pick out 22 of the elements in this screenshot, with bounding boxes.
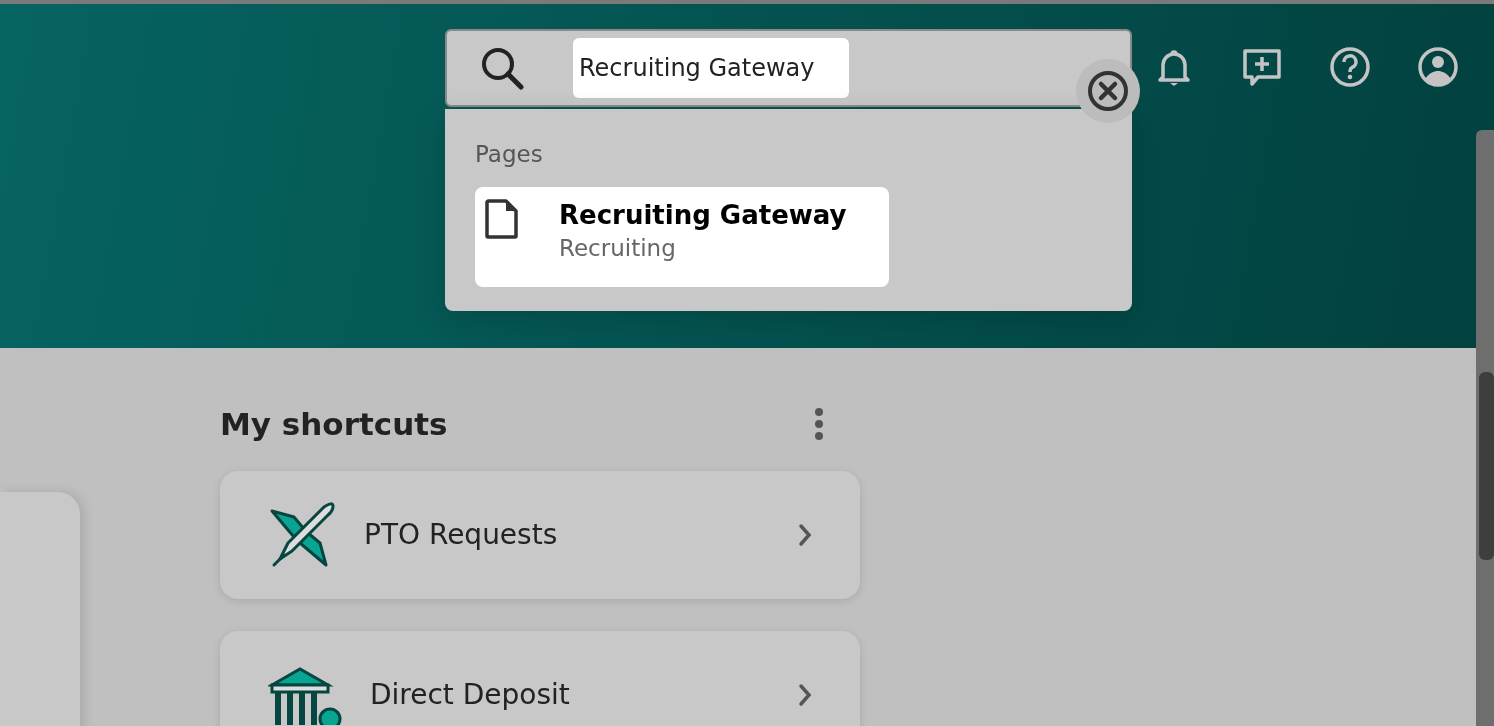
chevron-right-icon	[798, 523, 812, 547]
shortcut-card[interactable]: PTO Requests	[220, 471, 860, 599]
airplane-icon	[268, 501, 336, 569]
scroll-thumb[interactable]	[1479, 372, 1494, 560]
search-icon	[479, 45, 525, 91]
chevron-right-icon	[798, 683, 812, 707]
account-icon[interactable]	[1418, 47, 1458, 87]
help-icon[interactable]	[1330, 47, 1370, 87]
scrollbar[interactable]	[1476, 130, 1494, 726]
search-result[interactable]: Recruiting Gateway Recruiting	[475, 186, 889, 287]
result-title: Recruiting Gateway	[559, 198, 847, 232]
result-subtitle: Recruiting	[559, 234, 677, 264]
search-input[interactable]: Recruiting Gateway	[573, 38, 849, 98]
shortcut-card[interactable]: Direct Deposit	[220, 631, 860, 726]
section-title: My shortcuts	[220, 404, 448, 444]
more-icon[interactable]	[814, 407, 824, 441]
close-icon	[1087, 70, 1129, 112]
document-icon	[485, 198, 519, 239]
section-label: Pages	[475, 141, 544, 169]
bank-icon	[268, 665, 342, 725]
add-comment-icon[interactable]	[1242, 47, 1282, 87]
search-field[interactable]: Recruiting Gateway	[445, 29, 1132, 107]
